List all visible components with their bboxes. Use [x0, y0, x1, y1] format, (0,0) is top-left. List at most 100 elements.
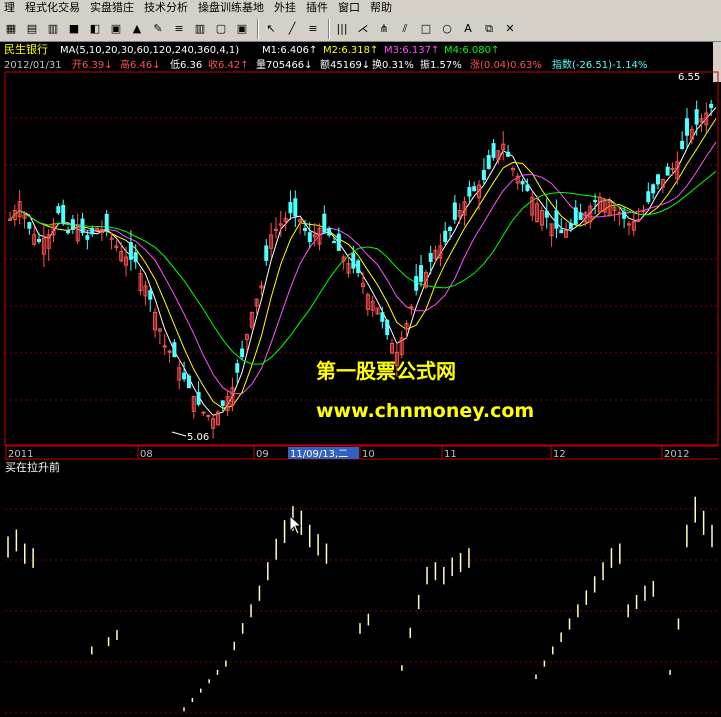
watermark-title: 第一股票公式网 [316, 359, 456, 383]
candle-down [148, 290, 153, 300]
menu-item-4[interactable]: 操盘训练基地 [194, 0, 270, 16]
candle-up [409, 306, 414, 309]
candle-down [182, 372, 187, 380]
chart-icon[interactable]: ▦ [2, 19, 20, 38]
candle-down [578, 212, 583, 220]
fork-icon[interactable]: ⋔ [375, 19, 393, 38]
toolbar-separator [257, 18, 259, 39]
candle-up [641, 210, 646, 213]
price-high-label: 6.55 [678, 72, 700, 83]
subchart-title: 买在拉升前 [5, 460, 60, 474]
stock-chart[interactable]: 民生银行 MA(5,10,20,30,60,120,240,360,4,1) M… [0, 42, 721, 717]
candle-up [201, 411, 206, 414]
pen-icon[interactable]: ✎ [149, 19, 167, 38]
ellipse-icon[interactable]: ○ [438, 19, 456, 38]
candle-down [481, 170, 486, 181]
candle-down [593, 200, 598, 203]
time-axis-label: 12 [553, 449, 566, 460]
copy-icon[interactable]: ⧉ [480, 19, 498, 38]
mouse-cursor [289, 515, 301, 535]
candle-down [235, 363, 240, 373]
candlesticks [8, 99, 714, 439]
candle-down [622, 211, 627, 219]
menu-item-1[interactable]: 程式化交易 [21, 0, 86, 16]
candle-down [385, 319, 390, 336]
candle-down [196, 392, 201, 405]
menu-item-0[interactable]: 理 [0, 0, 21, 16]
watermark-url: www.chnmoney.com [316, 400, 534, 422]
text-tool-icon[interactable]: A [459, 19, 477, 38]
cube-icon[interactable]: ◧ [86, 19, 104, 38]
candle-down [302, 228, 307, 231]
time-axis-label: 2011 [8, 449, 33, 460]
vbars-icon[interactable]: ||| [333, 19, 351, 38]
ma-m1: M1:6.406↑ [262, 45, 317, 56]
price-low-label: 5.06 [187, 432, 209, 443]
toolbar: ▦ ▤ ▥ ■ ◧ ▣ ▲ ✎ ≡ ▥ ▢ ▣ ↖ ╱ ≡ ||| ⋌ ⋔ ⫽ □ ○ A ⧉ ✕ [0, 16, 721, 42]
candle-down [684, 118, 689, 136]
fan-icon[interactable]: ⋌ [354, 19, 372, 38]
candle-down [467, 187, 472, 197]
book-icon[interactable]: ■ [65, 19, 83, 38]
info-change: 涨(0.04)0.63% [470, 59, 542, 71]
info-turnover: 换0.31% [372, 58, 414, 71]
menu-item-6[interactable]: 插件 [302, 0, 334, 16]
candle-down [709, 103, 714, 109]
menu-bar: 理程式化交易 实盘猎庄 技术分析 操盘训练基地 外挂 插件 窗口 帮助 [0, 0, 721, 16]
ma-m3: M3:6.137↑ [384, 45, 439, 56]
ma-m2: M2:6.318↑ [323, 45, 378, 56]
candle-down [264, 245, 269, 261]
menu-item-5[interactable]: 外挂 [270, 0, 302, 16]
line-icon[interactable]: ╱ [283, 19, 301, 38]
candle-down [133, 252, 138, 262]
info-date: 2012/01/31 [4, 60, 62, 71]
candle-down [85, 235, 90, 240]
candle-down [525, 184, 530, 192]
candle-down [544, 210, 549, 218]
candle-down [90, 227, 95, 235]
time-axis-label: 09 [256, 449, 269, 460]
subchart-bars [7, 496, 713, 712]
menu-item-8[interactable]: 帮助 [366, 0, 398, 16]
candle-down [327, 228, 332, 236]
info-volume: 量705466↓ [256, 59, 313, 71]
grid-icon[interactable]: ▥ [44, 19, 62, 38]
candle-down [554, 210, 559, 229]
cursor-icon[interactable]: ↖ [262, 19, 280, 38]
candle-down [568, 223, 573, 229]
parallel-icon[interactable]: ⫽ [396, 19, 414, 38]
low-marker-line [171, 431, 187, 437]
time-axis-label: 08 [140, 449, 153, 460]
candle-down [27, 222, 32, 229]
rect-icon[interactable]: □ [417, 19, 435, 38]
time-axis-label: 11 [444, 449, 457, 460]
ma-m4: M4:6.080↑ [444, 45, 499, 56]
candle-down [186, 375, 191, 389]
menu-item-3[interactable]: 技术分析 [140, 0, 194, 16]
alert-icon[interactable]: ▲ [128, 19, 146, 38]
candle-down [419, 265, 424, 282]
candle-down [37, 238, 42, 243]
menu-item-2[interactable]: 实盘猎庄 [86, 0, 140, 16]
page-icon[interactable]: ▢ [212, 19, 230, 38]
candle-down [472, 186, 477, 192]
ma-label: MA(5,10,20,30,60,120,240,360,4,1) [60, 45, 239, 56]
candle-down [240, 348, 245, 358]
table-icon[interactable]: ▤ [23, 19, 41, 38]
candle-up [8, 218, 12, 221]
list-icon[interactable]: ≡ [170, 19, 188, 38]
disk-icon[interactable]: ▣ [107, 19, 125, 38]
candle-down [220, 400, 225, 406]
candle-down [655, 174, 660, 185]
candle-down [56, 206, 61, 214]
candle-down [665, 166, 670, 176]
crosshair-date-label: 11/09/13,二 [290, 449, 348, 460]
candle-up [109, 237, 114, 240]
delete-icon[interactable]: ✕ [501, 19, 519, 38]
monitor-icon[interactable]: ▣ [233, 19, 251, 38]
candle-down [293, 198, 298, 217]
textline-icon[interactable]: ≡ [304, 19, 322, 38]
candle-down [172, 342, 177, 358]
bars-icon[interactable]: ▥ [191, 19, 209, 38]
menu-item-7[interactable]: 窗口 [334, 0, 366, 16]
